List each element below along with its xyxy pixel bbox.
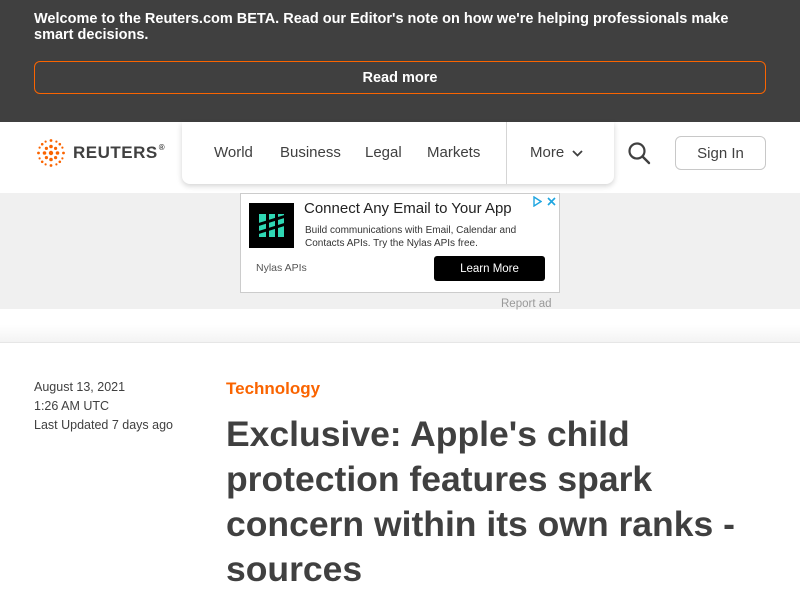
search-icon [628, 142, 651, 165]
article-date: August 13, 2021 [34, 380, 126, 394]
sign-in-button[interactable]: Sign In [675, 136, 766, 170]
nav-more-label: More [530, 144, 565, 161]
nav-item-legal[interactable]: Legal [365, 144, 402, 161]
nylas-logo-icon [256, 214, 287, 237]
nav-more-menu[interactable]: More [530, 144, 583, 161]
adchoices-icon[interactable] [530, 194, 544, 209]
reuters-logo[interactable]: REUTERS® [34, 137, 165, 169]
main-nav: World Business Legal Markets More [182, 122, 614, 184]
article-updated: Last Updated 7 days ago [34, 418, 173, 432]
article-meta: August 13, 2021 1:26 AM UTC Last Updated… [34, 378, 173, 435]
close-icon[interactable] [544, 194, 559, 209]
section-divider [0, 325, 800, 343]
nav-item-markets[interactable]: Markets [427, 144, 480, 161]
ad-brand: Nylas APIs [256, 262, 307, 274]
article-time: 1:26 AM UTC [34, 399, 110, 413]
ad-title: Connect Any Email to Your App [304, 200, 512, 217]
chevron-down-icon [572, 150, 583, 157]
beta-message: Welcome to the Reuters.com BETA. Read ou… [34, 11, 729, 43]
nylas-logo [249, 203, 294, 248]
ad-body: Build communications with Email, Calenda… [305, 225, 517, 249]
article-headline: Exclusive: Apple's child protection feat… [226, 414, 735, 589]
nav-item-business[interactable]: Business [280, 144, 341, 161]
logo-text: REUTERS® [73, 143, 166, 162]
advertisement[interactable]: Connect Any Email to Your App Build comm… [240, 193, 560, 293]
article-category-link[interactable]: Technology [226, 379, 320, 399]
nav-divider [506, 122, 507, 184]
site-header: REUTERS® World Business Legal Markets Mo… [0, 122, 800, 193]
learn-more-button[interactable]: Learn More [434, 256, 545, 281]
reuters-logo-icon [37, 139, 65, 167]
search-button[interactable] [627, 141, 651, 170]
report-ad-link[interactable]: Report ad [501, 298, 552, 310]
nav-item-world[interactable]: World [214, 144, 253, 161]
beta-banner: Welcome to the Reuters.com BETA. Read ou… [0, 0, 800, 122]
ad-zone: Connect Any Email to Your App Build comm… [0, 193, 800, 310]
read-more-button[interactable]: Read more [34, 61, 766, 94]
